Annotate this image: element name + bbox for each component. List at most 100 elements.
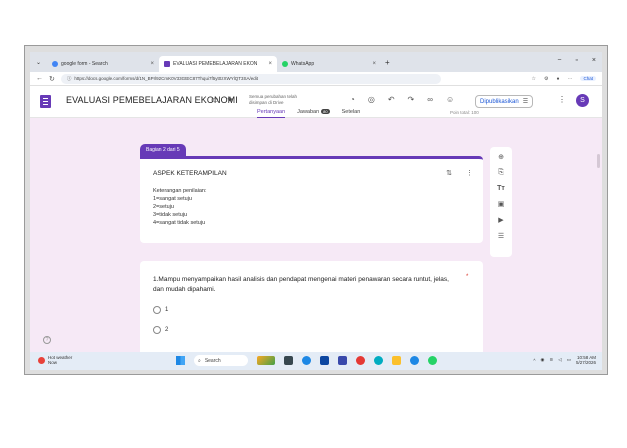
battery-icon[interactable]: ▭ — [567, 357, 571, 363]
tab-label: google form - Search — [61, 61, 108, 67]
section-actions: ⇅ ⋮ — [446, 169, 473, 177]
extensions-icon[interactable]: ⚙ — [544, 76, 548, 82]
url-field[interactable]: ⓘ https://docs.google.com/forms/d/1N_BPr… — [60, 73, 441, 84]
store-app-icon[interactable] — [320, 356, 329, 365]
browser-app-icon[interactable] — [374, 356, 383, 365]
close-tab-icon[interactable]: × — [373, 61, 377, 67]
palette-icon[interactable]: ◔ — [350, 95, 355, 104]
section-card[interactable]: ASPEK KETERAMPILAN ⇅ ⋮ Keterangan penila… — [140, 156, 483, 243]
publish-button[interactable]: Dipublikasikan ☰ — [475, 95, 534, 108]
url-text: https://docs.google.com/forms/d/1N_BPrl9… — [74, 76, 258, 81]
description-line: 2=setuju — [153, 204, 174, 210]
task-view-icon[interactable] — [284, 356, 293, 365]
option-1[interactable]: 1 — [153, 306, 168, 314]
close-window-button[interactable]: × — [592, 57, 596, 64]
tab-questions[interactable]: Pertanyaan — [257, 109, 286, 118]
tab-whatsapp[interactable]: WhatsApp × — [277, 56, 381, 72]
volume-icon[interactable]: ◁ — [558, 357, 561, 363]
option-label: 2 — [165, 327, 169, 333]
add-image-icon[interactable]: ▣ — [498, 200, 505, 208]
chat-button[interactable]: Chat — [580, 76, 596, 81]
forms-favicon-icon — [164, 61, 171, 67]
responses-count-badge: 80 — [321, 109, 330, 114]
minimize-button[interactable]: − — [557, 57, 561, 64]
question-text[interactable]: 1.Mampu menyampaikan hasil analisis dan … — [153, 275, 453, 295]
maximize-button[interactable]: ▫ — [575, 57, 577, 64]
scrollbar[interactable] — [597, 154, 600, 168]
taskbar-search[interactable]: ⌕ Search — [194, 355, 248, 366]
help-icon[interactable]: ? — [43, 336, 51, 344]
import-questions-icon[interactable]: ⎘ — [498, 169, 504, 177]
search-label: Search — [204, 357, 221, 364]
undo-icon[interactable]: ↶ — [388, 95, 395, 104]
option-2[interactable]: 2 — [153, 326, 168, 334]
bookmark-star-icon[interactable]: ☆ — [531, 76, 535, 82]
section-description[interactable]: Keterangan penilaian: 1=sangat setuju 2=… — [153, 187, 207, 227]
form-header: EVALUASI PEMEBELAJARAN EKONOMI ▭ ★ Semua… — [30, 86, 602, 118]
forms-logo-icon[interactable] — [40, 95, 51, 108]
question-card[interactable]: 1.Mampu menyampaikan hasil analisis dan … — [140, 261, 483, 356]
add-section-icon[interactable]: ☰ — [498, 232, 504, 240]
add-collaborator-icon[interactable]: ☺ — [446, 95, 454, 104]
publish-settings-icon: ☰ — [522, 99, 529, 105]
radio-icon[interactable] — [153, 306, 161, 314]
link-icon[interactable]: ∞ — [427, 95, 433, 104]
tab-search[interactable]: google form - Search × — [47, 56, 159, 72]
folder-icon[interactable]: ▭ — [211, 95, 219, 104]
search-icon: ⌕ — [198, 357, 201, 364]
tab-bar: ⌄ google form - Search × EVALUASI PEMEBE… — [30, 52, 602, 72]
tab-form[interactable]: EVALUASI PEMEBELAJARAN EKON × — [159, 56, 278, 72]
description-line: Keterangan penilaian: — [153, 188, 207, 194]
section-badge: Bagian 2 dari 5 — [140, 144, 186, 156]
chrome-app-icon[interactable] — [356, 356, 365, 365]
radio-icon[interactable] — [153, 326, 161, 334]
clock[interactable]: 10:58 AM 5/27/2026 — [576, 355, 596, 365]
window-controls: − ▫ × — [557, 57, 596, 64]
add-question-icon[interactable]: ⊕ — [498, 153, 504, 161]
weather-widget[interactable]: Hot weather Now — [38, 355, 72, 365]
windows-start-icon[interactable] — [176, 356, 185, 365]
page: ⌄ google form - Search × EVALUASI PEMEBE… — [0, 0, 627, 448]
collapse-icon[interactable]: ⇅ — [446, 169, 452, 177]
preview-eye-icon[interactable]: ◎ — [368, 95, 375, 104]
site-info-icon[interactable]: ⓘ — [67, 76, 72, 82]
more-options-icon[interactable]: ⋮ — [558, 95, 566, 104]
search-favicon-icon — [52, 61, 59, 67]
file-explorer-icon[interactable] — [392, 356, 401, 365]
tab-list-icon[interactable]: ⌄ — [36, 59, 41, 66]
add-video-icon[interactable]: ▶ — [498, 216, 503, 224]
clock-date: 5/27/2026 — [575, 360, 596, 365]
total-points: Poin total: 100 — [450, 110, 479, 115]
mail-app-icon[interactable] — [338, 356, 347, 365]
close-tab-icon[interactable]: × — [151, 61, 155, 67]
tab-responses[interactable]: Jawaban 80 — [297, 109, 330, 118]
menu-dots-icon[interactable]: ⋯ — [567, 76, 572, 82]
section-title[interactable]: ASPEK KETERAMPILAN — [153, 170, 227, 177]
reload-icon[interactable]: ↻ — [49, 75, 55, 83]
taskbar: Hot weather Now ⌕ Search ^ ◉ ≋ ◁ ▭ 10:58… — [30, 352, 602, 370]
close-tab-icon[interactable]: × — [269, 61, 273, 67]
taskbar-apps: ⌕ Search — [176, 355, 437, 366]
whatsapp-app-icon[interactable] — [428, 356, 437, 365]
weather-text: Hot weather Now — [48, 355, 72, 365]
wifi-icon[interactable]: ≋ — [549, 357, 553, 363]
tray-app-icon[interactable]: ◉ — [541, 357, 545, 363]
profile-icon[interactable]: ● — [556, 76, 559, 82]
weather-icon — [38, 356, 45, 364]
add-title-icon[interactable]: Tт — [497, 185, 505, 192]
new-tab-button[interactable]: + — [385, 58, 390, 67]
tray-chevron-icon[interactable]: ^ — [533, 358, 535, 363]
publish-label: Dipublikasikan — [480, 98, 519, 105]
app-icon[interactable] — [410, 356, 419, 365]
star-icon[interactable]: ★ — [227, 95, 234, 104]
redo-icon[interactable]: ↷ — [408, 95, 415, 104]
edge-app-icon[interactable] — [302, 356, 311, 365]
tab-label: EVALUASI PEMEBELAJARAN EKON — [173, 61, 258, 67]
required-mark: * — [466, 274, 469, 280]
tab-settings[interactable]: Setelan — [342, 109, 361, 118]
widgets-app-icon[interactable] — [257, 356, 275, 365]
section-more-icon[interactable]: ⋮ — [466, 169, 473, 177]
back-icon[interactable]: ← — [36, 75, 43, 82]
avatar[interactable]: S — [576, 94, 589, 107]
address-bar: ← ↻ ⓘ https://docs.google.com/forms/d/1N… — [30, 72, 602, 86]
